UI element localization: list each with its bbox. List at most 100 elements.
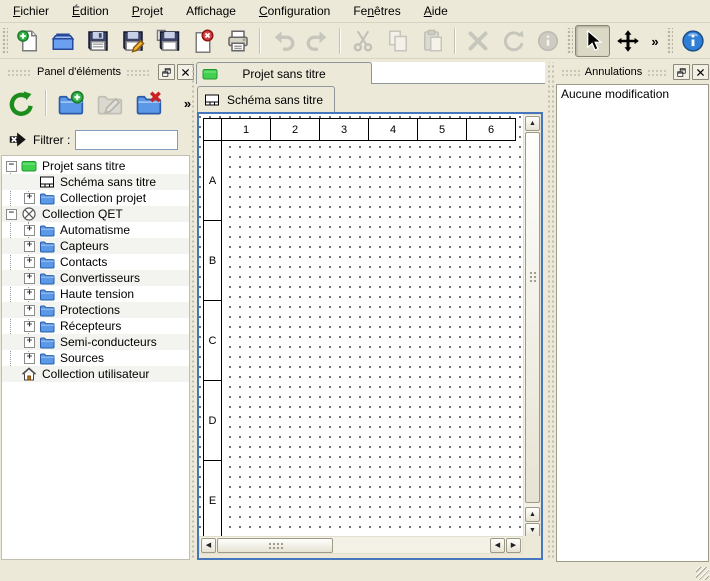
vertical-scroll-thumb[interactable] bbox=[525, 132, 540, 503]
menu-fenetres[interactable]: Fenêtres bbox=[344, 1, 409, 21]
undo-history-list[interactable]: Aucune modification bbox=[556, 84, 709, 562]
size-grip[interactable] bbox=[696, 567, 709, 580]
select-pointer-button[interactable] bbox=[575, 25, 610, 57]
tree-item-schema-sans-titre[interactable]: Schéma sans titre bbox=[2, 174, 189, 190]
cut-button[interactable] bbox=[345, 25, 380, 57]
close-panel-button[interactable] bbox=[692, 64, 709, 80]
element-infos-button[interactable] bbox=[530, 25, 565, 57]
blue-folder-icon bbox=[39, 286, 55, 302]
project-folder-icon bbox=[21, 158, 37, 174]
new-document-button[interactable] bbox=[10, 25, 45, 57]
tree-expander-plus-icon[interactable]: + bbox=[24, 353, 35, 364]
tree-item-collection-projet[interactable]: +Collection projet bbox=[2, 190, 189, 206]
menu-aide[interactable]: Aide bbox=[415, 1, 457, 21]
dock-texture bbox=[561, 68, 580, 77]
horizontal-scrollbar[interactable]: ◀ ◀ ▶ bbox=[199, 536, 523, 554]
row-header: A bbox=[203, 140, 222, 221]
menu-edition[interactable]: Édition bbox=[63, 1, 118, 21]
tree-item-contacts[interactable]: + Contacts bbox=[2, 254, 189, 270]
row-header: D bbox=[203, 380, 222, 461]
toolbar-handle[interactable] bbox=[566, 28, 573, 54]
tree-expander-minus-icon[interactable]: − bbox=[6, 161, 17, 172]
tree-expander-plus-icon[interactable]: + bbox=[24, 193, 35, 204]
tree-expander-plus-icon[interactable]: + bbox=[24, 337, 35, 348]
blue-folder-icon bbox=[39, 190, 55, 206]
blue-folder-icon bbox=[39, 350, 55, 366]
clear-filter-button[interactable] bbox=[8, 130, 28, 150]
toolbar-overflow-button[interactable]: » bbox=[645, 25, 665, 57]
tab-schema-sans-titre[interactable]: Schéma sans titre bbox=[197, 86, 335, 112]
tree-expander-plus-icon[interactable]: + bbox=[24, 241, 35, 252]
tree-item-label: Contacts bbox=[60, 255, 107, 269]
tree-item-projet-sans-titre[interactable]: −Projet sans titre bbox=[2, 158, 189, 174]
toolbar-handle[interactable] bbox=[1, 28, 8, 54]
tree-item-capteurs[interactable]: +Capteurs bbox=[2, 238, 189, 254]
tree-expander-plus-icon[interactable]: + bbox=[24, 305, 35, 316]
paste-button[interactable] bbox=[415, 25, 450, 57]
new-category-button[interactable] bbox=[51, 85, 90, 121]
scroll-up-button[interactable]: ▲ bbox=[525, 116, 540, 131]
float-panel-button[interactable] bbox=[673, 64, 690, 80]
rotate-button[interactable] bbox=[495, 25, 530, 57]
tree-item-sources[interactable]: +Sources bbox=[2, 350, 189, 366]
elements-panel-titlebar: Panel d'éléments bbox=[2, 62, 194, 82]
menu-configuration[interactable]: Configuration bbox=[250, 1, 339, 21]
open-document-button[interactable] bbox=[45, 25, 80, 57]
reload-collections-button[interactable] bbox=[2, 85, 41, 121]
about-qet-button[interactable] bbox=[675, 25, 710, 57]
print-button[interactable] bbox=[220, 25, 255, 57]
main-toolbar: »» bbox=[0, 24, 710, 59]
row-header: B bbox=[203, 220, 222, 301]
splitter[interactable] bbox=[546, 62, 554, 560]
schema-view-frame: 123456ABCDE ▲ ▲ ▼ ◀ ◀ ▶ bbox=[197, 112, 543, 560]
project-tab-label: Projet sans titre bbox=[197, 67, 371, 81]
tree-item-collection-qet[interactable]: − Collection QET bbox=[2, 206, 189, 222]
menu-affichage[interactable]: Affichage bbox=[177, 1, 245, 21]
tree-item-label: Collection QET bbox=[42, 207, 123, 221]
edit-category-button[interactable] bbox=[90, 85, 129, 121]
vertical-scrollbar[interactable]: ▲ ▲ ▼ bbox=[523, 114, 541, 540]
tree-item-collection-utilisateur[interactable]: Collection utilisateur bbox=[2, 366, 189, 382]
copy-button[interactable] bbox=[380, 25, 415, 57]
tree-expander-minus-icon[interactable]: − bbox=[6, 209, 17, 220]
scroll-right-button[interactable]: ▶ bbox=[506, 538, 521, 553]
scroll-up-button[interactable]: ▲ bbox=[525, 507, 540, 522]
float-panel-button[interactable] bbox=[158, 64, 175, 80]
tree-expander-plus-icon[interactable]: + bbox=[24, 289, 35, 300]
tree-expander-plus-icon[interactable]: + bbox=[24, 273, 35, 284]
toolbar-handle[interactable] bbox=[666, 28, 673, 54]
tree-item-convertisseurs[interactable]: +Convertisseurs bbox=[2, 270, 189, 286]
tree-item-label: Haute tension bbox=[60, 287, 134, 301]
delete-category-button[interactable] bbox=[129, 85, 168, 121]
save-button[interactable] bbox=[80, 25, 115, 57]
move-diagram-button[interactable] bbox=[610, 25, 645, 57]
tree-item-automatisme[interactable]: +Automatisme bbox=[2, 222, 189, 238]
tab-projet-sans-titre[interactable]: Projet sans titre bbox=[196, 62, 372, 84]
delete-button[interactable] bbox=[460, 25, 495, 57]
diagram-canvas[interactable]: 123456ABCDE bbox=[199, 114, 523, 540]
tree-item-haute-tension[interactable]: + Haute tension bbox=[2, 286, 189, 302]
column-header: 3 bbox=[319, 118, 369, 141]
close-document-button[interactable] bbox=[185, 25, 220, 57]
scroll-left-button[interactable]: ◀ bbox=[201, 538, 216, 553]
toolbar-separator bbox=[45, 90, 47, 116]
tree-expander-plus-icon[interactable]: + bbox=[24, 257, 35, 268]
tree-item-recepteurs[interactable]: +Récepteurs bbox=[2, 318, 189, 334]
horizontal-scroll-thumb[interactable] bbox=[217, 538, 333, 553]
menu-fichier[interactable]: Fichier bbox=[4, 1, 58, 21]
menu-projet[interactable]: Projet bbox=[123, 1, 172, 21]
tree-item-protections[interactable]: + Protections bbox=[2, 302, 189, 318]
tree-item-label: Protections bbox=[60, 303, 120, 317]
redo-button[interactable] bbox=[300, 25, 335, 57]
scroll-left-button[interactable]: ◀ bbox=[490, 538, 505, 553]
tree-item-semi-conducteurs[interactable]: +Semi-conducteurs bbox=[2, 334, 189, 350]
toolbar-separator bbox=[259, 28, 261, 54]
column-header: 4 bbox=[368, 118, 418, 141]
splitter[interactable] bbox=[190, 62, 196, 560]
tree-expander-plus-icon[interactable]: + bbox=[24, 225, 35, 236]
undo-button[interactable] bbox=[265, 25, 300, 57]
tree-expander-plus-icon[interactable]: + bbox=[24, 321, 35, 332]
save-as-button[interactable] bbox=[115, 25, 150, 57]
save-all-button[interactable] bbox=[150, 25, 185, 57]
filter-input[interactable] bbox=[75, 130, 178, 150]
